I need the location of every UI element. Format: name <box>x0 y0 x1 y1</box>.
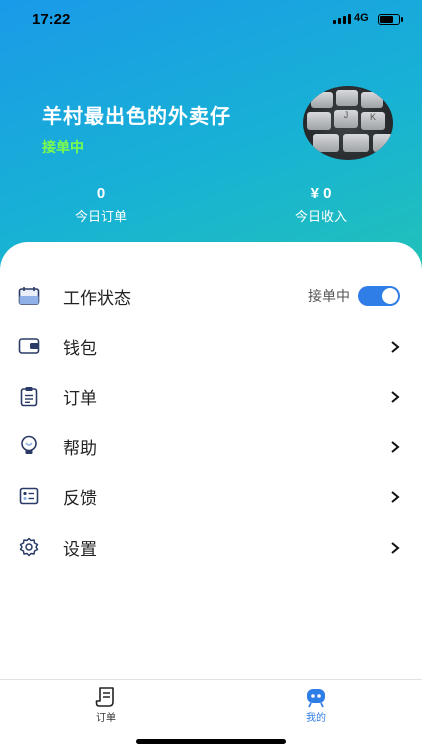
username: 羊村最出色的外卖仔 <box>42 104 231 128</box>
calendar-icon <box>18 285 40 307</box>
work-status-toggle[interactable] <box>358 286 400 306</box>
menu-panel: 工作状态 接单中 钱包 订单 帮助 反馈 设置 <box>0 242 422 682</box>
stat-today-income-label: 今日收入 <box>294 210 347 225</box>
stat-today-orders: 0 今日订单 <box>31 185 171 225</box>
chevron-right-icon <box>388 439 402 453</box>
stat-today-income: ¥ 0 今日收入 <box>251 185 391 225</box>
lightbulb-icon <box>18 435 40 457</box>
tab-mine-label: 我的 <box>306 713 326 724</box>
menu-label-work-status: 工作状态 <box>63 288 131 309</box>
menu-label-feedback: 反馈 <box>63 488 97 509</box>
menu-item-work-status: 工作状态 接单中 <box>0 271 422 321</box>
menu-label-help: 帮助 <box>63 438 97 459</box>
menu-label-settings: 设置 <box>63 539 97 560</box>
robot-face-icon <box>305 686 327 708</box>
chevron-right-icon <box>388 540 402 554</box>
menu-item-help[interactable]: 帮助 <box>0 421 422 471</box>
clipboard-icon <box>18 385 40 407</box>
status-time: 17:22 <box>32 11 71 28</box>
menu-label-wallet: 钱包 <box>63 338 97 359</box>
work-status-text: 接单中 <box>308 289 350 305</box>
feedback-icon <box>18 485 40 507</box>
stat-today-orders-value: 0 <box>96 185 106 202</box>
gear-icon <box>18 536 40 558</box>
battery-icon <box>378 14 400 25</box>
battery-tip <box>401 17 403 22</box>
avatar[interactable]: J K <box>303 86 393 160</box>
chevron-right-icon <box>388 339 402 353</box>
signal-icon <box>333 14 351 24</box>
home-indicator <box>136 739 286 744</box>
tab-orders-label: 订单 <box>96 713 116 724</box>
menu-item-feedback[interactable]: 反馈 <box>0 471 422 521</box>
tab-orders[interactable]: 订单 <box>76 686 136 724</box>
chevron-right-icon <box>388 389 402 403</box>
avatar-key-k: K <box>361 112 385 130</box>
tab-mine[interactable]: 我的 <box>286 686 346 724</box>
menu-item-orders[interactable]: 订单 <box>0 371 422 421</box>
avatar-key-j: J <box>334 110 358 128</box>
status-bar: 17:22 4G <box>0 0 422 40</box>
stat-today-income-value: ¥ 0 <box>310 185 332 202</box>
menu-item-wallet[interactable]: 钱包 <box>0 321 422 371</box>
work-status-tag: 接单中 <box>42 140 84 156</box>
wallet-icon <box>18 335 40 357</box>
menu-item-settings[interactable]: 设置 <box>0 522 422 572</box>
stat-today-orders-label: 今日订单 <box>74 210 127 225</box>
menu-label-orders: 订单 <box>63 388 97 409</box>
chevron-right-icon <box>388 489 402 503</box>
order-scroll-icon <box>95 686 117 708</box>
network-type: 4G <box>354 12 369 24</box>
